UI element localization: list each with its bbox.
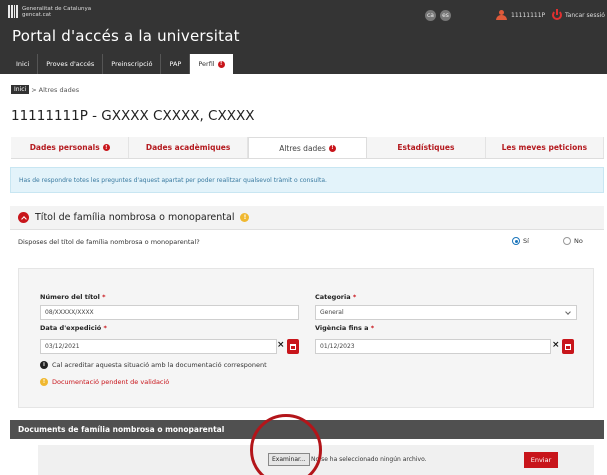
main-nav: Inici Proves d'accés Preinscripció PAP P… <box>8 54 233 74</box>
issue-date-input[interactable]: 03/12/2021 <box>40 339 277 354</box>
language-es-button[interactable]: es <box>440 10 451 21</box>
valid-until-label: Vigència fins a * <box>315 324 375 332</box>
no-file-text: No se ha seleccionado ningún archivo. <box>311 456 427 463</box>
alert-badge-icon: ! <box>217 60 225 68</box>
info-icon: i <box>40 361 48 369</box>
calendar-icon[interactable] <box>287 339 299 354</box>
breadcrumb-separator: > <box>31 85 37 94</box>
warning-icon: ! <box>40 378 48 386</box>
nav-item-proves-acces[interactable]: Proves d'accés <box>38 54 104 74</box>
top-header: Generalitat de Catalunya gencat.cat ca e… <box>0 0 607 74</box>
tab-les-meves-peticions[interactable]: Les meves peticions <box>486 137 605 158</box>
gencat-logo-icon <box>8 5 18 18</box>
radio-yes-indicator[interactable] <box>512 237 520 245</box>
warning-icon: ! <box>240 213 250 222</box>
tab-altres-dades[interactable]: Altres dades ! <box>247 137 368 158</box>
radio-no[interactable]: No <box>563 237 583 245</box>
radio-yes[interactable]: Sí <box>512 237 529 245</box>
clear-valid-until-icon[interactable]: × <box>552 340 560 350</box>
profile-tabs: Dades personals ! Dades acadèmiques Altr… <box>11 137 605 159</box>
accreditation-note: i Cal acreditar aquesta situació amb la … <box>40 361 267 369</box>
user-menu[interactable]: 11111111P <box>496 10 545 20</box>
pending-validation-note: ! Documentació pendent de validació <box>40 378 169 386</box>
nav-item-inici[interactable]: Inici <box>8 54 39 74</box>
gencat-brand[interactable]: Generalitat de Catalunya gencat.cat <box>8 5 91 18</box>
portal-title: Portal d'accés a la universitat <box>12 27 240 45</box>
panel-header-familia-nombrosa[interactable]: Títol de família nombrosa o monoparental… <box>10 206 604 230</box>
title-number-label: Número del títol * <box>40 293 106 301</box>
nav-item-perfil[interactable]: Perfil ! <box>190 54 233 74</box>
question-label: Disposes del títol de família nombrosa o… <box>18 238 200 246</box>
org-domain: gencat.cat <box>22 11 52 18</box>
language-ca-button[interactable]: ca <box>425 10 436 21</box>
nav-item-pap[interactable]: PAP <box>161 54 191 74</box>
alert-badge-icon: ! <box>328 144 336 152</box>
calendar-icon[interactable] <box>562 339 574 354</box>
user-icon <box>496 10 507 20</box>
breadcrumb-current: Altres dades <box>38 85 80 94</box>
logout-label: Tancar sessió <box>565 11 605 19</box>
clear-issue-date-icon[interactable]: × <box>277 340 285 350</box>
category-label: Categoria * <box>315 293 357 301</box>
logout-button[interactable]: Tancar sessió <box>552 9 605 20</box>
category-select[interactable]: General <box>315 305 577 320</box>
nav-item-preinscripcio[interactable]: Preinscripció <box>103 54 162 74</box>
issue-date-label: Data d'expedició * <box>40 324 107 332</box>
tab-estadistiques[interactable]: Estadístiques <box>367 137 486 158</box>
title-number-input[interactable]: 08/XXXXX/XXXX <box>40 305 299 320</box>
panel-title: Títol de família nombrosa o monoparental <box>35 212 235 223</box>
breadcrumb: Inici > Altres dades <box>11 85 79 94</box>
page-title: 11111111P - GXXXX CXXXX, CXXXX <box>11 108 255 124</box>
info-alert: Has de respondre totes les preguntes d'a… <box>10 167 604 193</box>
title-form: Número del títol * 08/XXXXX/XXXX Categor… <box>18 268 594 408</box>
radio-no-indicator[interactable] <box>563 237 571 245</box>
user-id: 11111111P <box>511 11 546 19</box>
tab-dades-academiques[interactable]: Dades acadèmiques <box>129 137 248 158</box>
power-icon <box>552 9 562 20</box>
alert-badge-icon: ! <box>102 144 110 151</box>
send-button[interactable]: Enviar <box>524 452 558 468</box>
tab-dades-personals[interactable]: Dades personals ! <box>11 137 130 158</box>
breadcrumb-home-link[interactable]: Inici <box>11 85 30 94</box>
valid-until-input[interactable]: 01/12/2023 <box>315 339 551 354</box>
org-name: Generalitat de Catalunya <box>22 5 92 12</box>
chevron-up-icon[interactable] <box>18 212 29 223</box>
